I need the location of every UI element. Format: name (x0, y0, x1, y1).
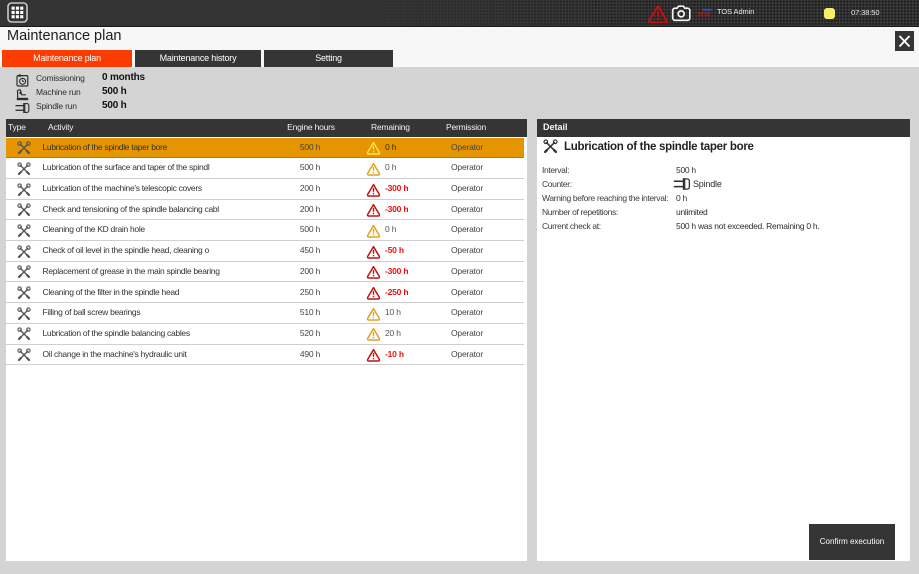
svg-text:TOS: TOS (697, 12, 711, 19)
